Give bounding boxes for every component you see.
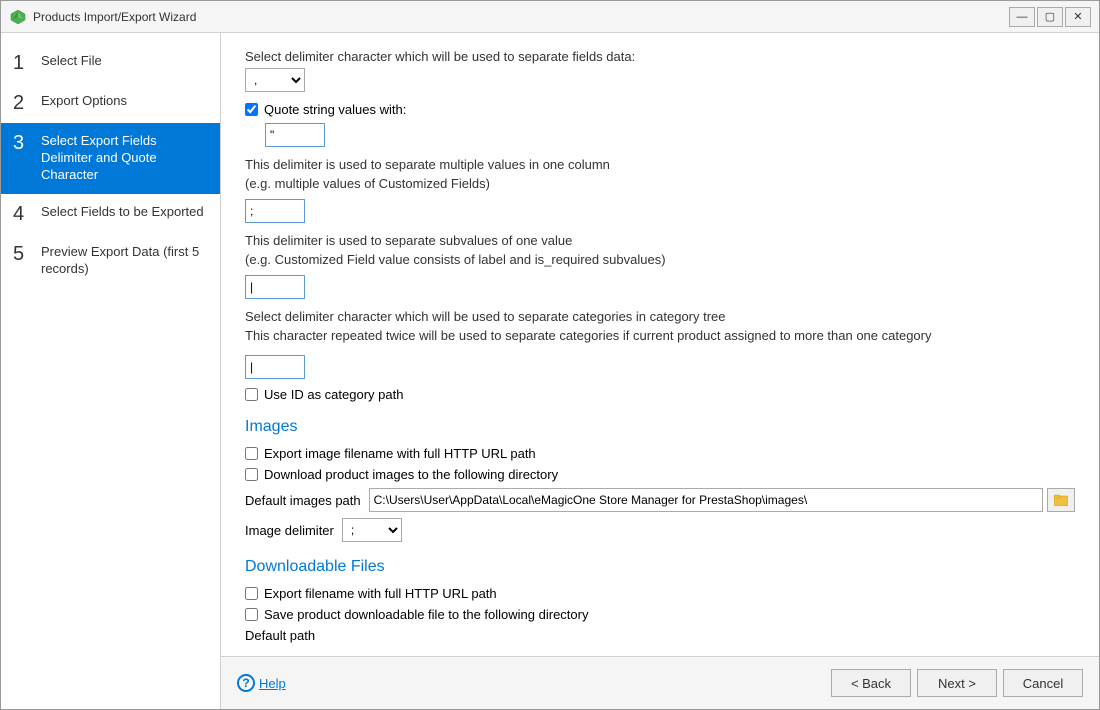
sidebar-label-2: Export Options <box>41 93 127 110</box>
footer-right: < Back Next > Cancel <box>831 669 1083 697</box>
quote-row: Quote string values with: <box>245 102 1075 147</box>
title-bar-text: Products Import/Export Wizard <box>33 10 1009 24</box>
image-delimiter-container: Image delimiter ; , | <box>245 518 1075 542</box>
sidebar-number-1: 1 <box>13 53 41 73</box>
sidebar-label-4: Select Fields to be Exported <box>41 204 204 221</box>
sidebar-item-select-file[interactable]: 1 Select File <box>1 43 220 83</box>
quote-label: Quote string values with: <box>264 102 406 117</box>
main-body: Select delimiter character which will be… <box>221 33 1099 656</box>
save-downloadable-label: Save product downloadable file to the fo… <box>264 607 588 622</box>
subvalue-desc2: (e.g. Customized Field value consists of… <box>245 252 1075 267</box>
close-button[interactable]: ✕ <box>1065 7 1091 27</box>
title-bar-controls: ― ▢ ✕ <box>1009 7 1091 27</box>
export-image-url-label: Export image filename with full HTTP URL… <box>264 446 536 461</box>
title-bar: Products Import/Export Wizard ― ▢ ✕ <box>1 1 1099 33</box>
sidebar-number-5: 5 <box>13 244 41 264</box>
main-window: Products Import/Export Wizard ― ▢ ✕ 1 Se… <box>0 0 1100 710</box>
help-link[interactable]: Help <box>259 676 286 691</box>
use-id-row: Use ID as category path <box>245 387 1075 402</box>
minimize-button[interactable]: ― <box>1009 7 1035 27</box>
image-delimiter-select[interactable]: ; , | <box>342 518 402 542</box>
default-images-path-container: Default images path <box>245 488 1075 512</box>
app-icon <box>9 8 27 26</box>
sidebar-number-3: 3 <box>13 133 41 153</box>
sidebar-label-5: Preview Export Data (first 5 records) <box>41 244 208 278</box>
delimiter-select[interactable]: , ; | TAB <box>245 68 305 92</box>
category-desc2: This character repeated twice will be us… <box>245 328 1075 343</box>
save-downloadable-row: Save product downloadable file to the fo… <box>245 607 1075 622</box>
export-image-url-checkbox[interactable] <box>245 447 258 460</box>
use-id-checkbox[interactable] <box>245 388 258 401</box>
default-images-path-label: Default images path <box>245 493 361 508</box>
delimiter-description: Select delimiter character which will be… <box>245 49 1075 64</box>
content-area: 1 Select File 2 Export Options 3 Select … <box>1 33 1099 709</box>
sidebar-item-preview[interactable]: 5 Preview Export Data (first 5 records) <box>1 234 220 288</box>
save-downloadable-checkbox[interactable] <box>245 608 258 621</box>
downloadable-section-title: Downloadable Files <box>245 558 1075 576</box>
category-row: Select delimiter character which will be… <box>245 309 1075 402</box>
images-section-title: Images <box>245 418 1075 436</box>
images-options-row: Export image filename with full HTTP URL… <box>245 446 1075 542</box>
export-filename-url-row: Export filename with full HTTP URL path <box>245 586 1075 601</box>
sidebar-label-1: Select File <box>41 53 102 70</box>
multi-value-desc1: This delimiter is used to separate multi… <box>245 157 1075 172</box>
main-area: Select delimiter character which will be… <box>221 33 1099 709</box>
footer-left: ? Help <box>237 674 286 692</box>
export-filename-url-label: Export filename with full HTTP URL path <box>264 586 497 601</box>
back-button[interactable]: < Back <box>831 669 911 697</box>
download-images-label: Download product images to the following… <box>264 467 558 482</box>
restore-button[interactable]: ▢ <box>1037 7 1063 27</box>
sidebar-item-delimiter[interactable]: 3 Select Export Fields Delimiter and Quo… <box>1 123 220 194</box>
category-desc1: Select delimiter character which will be… <box>245 309 1075 324</box>
subvalue-desc1: This delimiter is used to separate subva… <box>245 233 1075 248</box>
sidebar-number-4: 4 <box>13 204 41 224</box>
use-id-label: Use ID as category path <box>264 387 403 402</box>
multi-value-desc2: (e.g. multiple values of Customized Fiel… <box>245 176 1075 191</box>
images-folder-button[interactable] <box>1047 488 1075 512</box>
sidebar-item-select-fields[interactable]: 4 Select Fields to be Exported <box>1 194 220 234</box>
image-delimiter-label: Image delimiter <box>245 523 334 538</box>
sidebar-item-export-options[interactable]: 2 Export Options <box>1 83 220 123</box>
default-path-row: Default path <box>245 628 1075 643</box>
multi-value-row: This delimiter is used to separate multi… <box>245 157 1075 223</box>
sidebar-label-3: Select Export Fields Delimiter and Quote… <box>41 133 208 184</box>
quote-checkbox[interactable] <box>245 103 258 116</box>
export-filename-url-checkbox[interactable] <box>245 587 258 600</box>
subvalue-input[interactable] <box>245 275 305 299</box>
download-images-row: Download product images to the following… <box>245 467 1075 482</box>
subvalue-row: This delimiter is used to separate subva… <box>245 233 1075 299</box>
help-icon: ? <box>237 674 255 692</box>
quote-checkbox-row: Quote string values with: <box>245 102 1075 117</box>
next-button[interactable]: Next > <box>917 669 997 697</box>
cancel-button[interactable]: Cancel <box>1003 669 1083 697</box>
quote-input[interactable] <box>265 123 325 147</box>
footer: ? Help < Back Next > Cancel <box>221 656 1099 709</box>
export-image-url-row: Export image filename with full HTTP URL… <box>245 446 1075 461</box>
downloadable-options-row: Export filename with full HTTP URL path … <box>245 586 1075 643</box>
sidebar-number-2: 2 <box>13 93 41 113</box>
multi-value-input[interactable] <box>245 199 305 223</box>
category-input[interactable] <box>245 355 305 379</box>
images-path-row <box>369 488 1075 512</box>
images-path-input[interactable] <box>369 488 1043 512</box>
default-path-label: Default path <box>245 628 315 643</box>
download-images-checkbox[interactable] <box>245 468 258 481</box>
delimiter-row: Select delimiter character which will be… <box>245 49 1075 92</box>
sidebar: 1 Select File 2 Export Options 3 Select … <box>1 33 221 709</box>
